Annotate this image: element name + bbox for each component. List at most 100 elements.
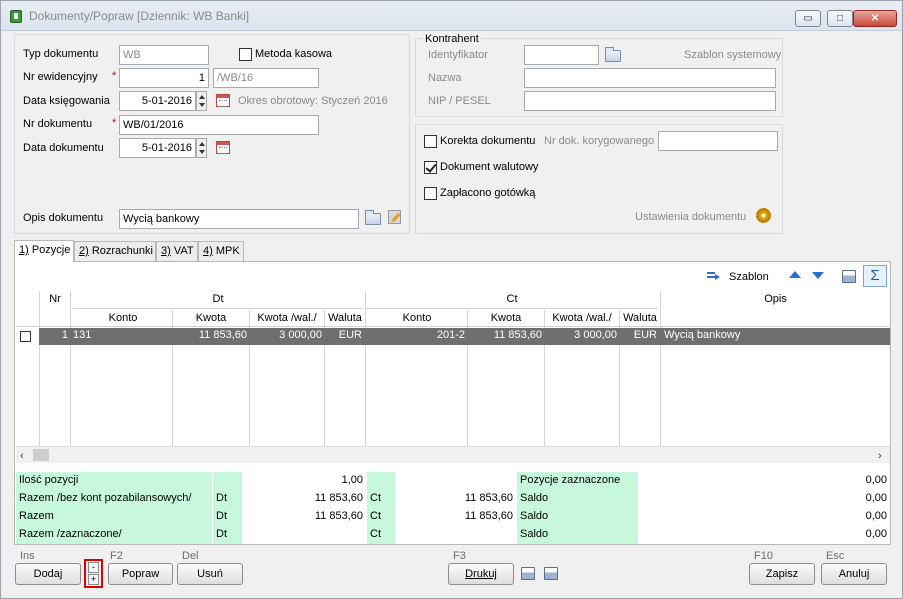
document-edit-window: Dokumenty/Popraw [Dziennik: WB Banki] ▭ … bbox=[0, 0, 903, 599]
row-dt-kwota-wal: 3 000,00 bbox=[279, 329, 322, 341]
row-ct-konto: 201-2 bbox=[436, 329, 465, 341]
nr-dokumentu-label: Nr dokumentu bbox=[23, 118, 93, 130]
col-ct-waluta[interactable]: Waluta bbox=[620, 312, 660, 324]
nr-dok-korygowanego-field[interactable] bbox=[658, 131, 778, 151]
minimize-button[interactable]: ▭ bbox=[795, 10, 821, 27]
summary-row: Ilość pozycji 1,00 Pozycje zaznaczone 0,… bbox=[16, 472, 890, 490]
nip-pesel-field[interactable] bbox=[524, 91, 776, 111]
date-spinner[interactable] bbox=[196, 138, 207, 158]
data-dokumentu-label: Data dokumentu bbox=[23, 142, 104, 154]
typ-dokumentu-field[interactable]: WB bbox=[119, 45, 209, 65]
summary-row: Razem /bez kont pozabilansowych/ Dt 11 8… bbox=[16, 490, 890, 508]
data-ksiegowania-field[interactable]: 5-01-2016 bbox=[119, 91, 196, 111]
col-ct-kwota[interactable]: Kwota bbox=[468, 312, 544, 324]
nr-dokumentu-field[interactable]: WB/01/2016 bbox=[119, 115, 319, 135]
title-bar[interactable]: Dokumenty/Popraw [Dziennik: WB Banki] ▭ … bbox=[1, 1, 902, 31]
pozycje-panel: Szablon Σ Nr Dt Ct Opis Konto Kwota Kwot… bbox=[14, 261, 891, 545]
row-ct-waluta: EUR bbox=[633, 329, 657, 341]
row-ct-kwota: 11 853,60 bbox=[493, 329, 542, 341]
tab-rozrachunki[interactable]: 2) Rozrachunki bbox=[74, 241, 156, 262]
col-ct-konto[interactable]: Konto bbox=[366, 312, 468, 324]
row-nr: 1 bbox=[61, 329, 68, 341]
row-dt-kwota: 11 853,60 bbox=[198, 329, 247, 341]
kontrahent-title: Kontrahent bbox=[423, 33, 481, 45]
tab-pozycje[interactable]: 1) Pozycje bbox=[14, 240, 74, 262]
opis-dokumentu-field[interactable]: Wycią bankowy bbox=[119, 209, 359, 229]
nr-ewidencyjny-field[interactable]: 1 bbox=[119, 68, 209, 88]
nazwa-label: Nazwa bbox=[428, 72, 462, 84]
close-button[interactable]: ✕ bbox=[853, 10, 897, 27]
tab-vat[interactable]: 3) VAT bbox=[156, 241, 198, 262]
table-row[interactable]: 1 131 11 853,60 3 000,00 EUR 201-2 11 85… bbox=[39, 328, 890, 345]
maximize-button[interactable]: □ bbox=[827, 10, 853, 27]
row-ct-kwota-wal: 3 000,00 bbox=[574, 329, 617, 341]
data-dokumentu-field[interactable]: 5-01-2016 bbox=[119, 138, 196, 158]
korekta-dokumentu-label: Korekta dokumentu bbox=[440, 135, 536, 147]
col-nr[interactable]: Nr bbox=[40, 293, 70, 305]
nr-ewidencyjny-label: Nr ewidencyjny bbox=[23, 71, 98, 83]
scroll-left-icon[interactable]: ‹ bbox=[20, 450, 24, 462]
okres-obrotowy-text: Okres obrotowy: Styczeń 2016 bbox=[238, 95, 388, 107]
typ-dokumentu-label: Typ dokumentu bbox=[23, 48, 99, 60]
group-ct: Ct bbox=[506, 293, 518, 305]
data-ksiegowania-label: Data księgowania bbox=[23, 95, 110, 107]
edit-icon[interactable] bbox=[388, 210, 401, 224]
row-dt-waluta: EUR bbox=[338, 329, 362, 341]
usun-button[interactable]: Usuń bbox=[177, 563, 243, 585]
summary-row: Razem Dt 11 853,60 Ct 11 853,60 Saldo 0,… bbox=[16, 508, 890, 526]
required-mark: * bbox=[112, 70, 117, 82]
print-settings-icon[interactable] bbox=[544, 567, 558, 580]
szablon-button[interactable]: Szablon bbox=[729, 271, 769, 283]
zapisz-button[interactable]: Zapisz bbox=[749, 563, 815, 585]
ustawienia-dokumentu-link[interactable]: Ustawienia dokumentu bbox=[635, 211, 746, 223]
required-mark: * bbox=[112, 117, 117, 129]
dodaj-button[interactable]: Dodaj bbox=[15, 563, 81, 585]
folder-icon[interactable] bbox=[605, 47, 621, 62]
grid-header: Nr Dt Ct Opis Konto Kwota Kwota /wal./ W… bbox=[16, 291, 890, 327]
f3-shortcut: F3 bbox=[453, 550, 466, 562]
identyfikator-field[interactable] bbox=[524, 45, 599, 65]
increment-button[interactable]: + bbox=[88, 574, 99, 585]
scroll-thumb[interactable] bbox=[33, 449, 49, 461]
nazwa-field[interactable] bbox=[524, 68, 776, 88]
col-opis[interactable]: Opis bbox=[661, 293, 890, 305]
date-spinner[interactable] bbox=[196, 91, 207, 111]
calendar-icon[interactable] bbox=[216, 141, 230, 154]
zaplacono-gotowka-checkbox[interactable] bbox=[424, 187, 437, 200]
identyfikator-label: Identyfikator bbox=[428, 49, 488, 61]
move-down-icon[interactable] bbox=[812, 272, 824, 279]
preview-icon[interactable] bbox=[842, 270, 856, 283]
row-select-checkbox[interactable] bbox=[20, 331, 31, 342]
col-dt-kwota[interactable]: Kwota bbox=[173, 312, 249, 324]
metoda-kasowa-checkbox[interactable] bbox=[239, 48, 252, 61]
ins-shortcut: Ins bbox=[20, 550, 35, 562]
group-dt: Dt bbox=[212, 293, 224, 305]
summary-row: Razem /zaznaczone/ Dt Ct Saldo 0,00 bbox=[16, 526, 890, 544]
dokument-walutowy-checkbox[interactable] bbox=[424, 161, 437, 174]
f10-shortcut: F10 bbox=[754, 550, 773, 562]
opis-dokumentu-label: Opis dokumentu bbox=[23, 212, 104, 224]
col-dt-kwota-wal[interactable]: Kwota /wal./ bbox=[249, 312, 325, 324]
korekta-dokumentu-checkbox[interactable] bbox=[424, 135, 437, 148]
row-opis: Wycią bankowy bbox=[664, 329, 741, 341]
horizontal-scrollbar[interactable]: ‹ › bbox=[16, 446, 890, 463]
tab-mpk[interactable]: 4) MPK bbox=[198, 241, 244, 262]
sum-toggle-button[interactable]: Σ bbox=[863, 265, 887, 287]
print-preview-icon[interactable] bbox=[521, 567, 535, 580]
col-ct-kwota-wal[interactable]: Kwota /wal./ bbox=[544, 312, 620, 324]
folder-icon[interactable] bbox=[365, 210, 381, 225]
szablon-systemowy-label: Szablon systemowy bbox=[684, 49, 782, 61]
col-dt-waluta[interactable]: Waluta bbox=[325, 312, 365, 324]
col-dt-konto[interactable]: Konto bbox=[73, 312, 173, 324]
szablon-icon[interactable] bbox=[707, 271, 721, 281]
esc-shortcut: Esc bbox=[826, 550, 845, 562]
popraw-button[interactable]: Popraw bbox=[108, 563, 173, 585]
summary-table: Ilość pozycji 1,00 Pozycje zaznaczone 0,… bbox=[16, 472, 890, 544]
drukuj-button[interactable]: Drukuj bbox=[448, 563, 514, 585]
anuluj-button[interactable]: Anuluj bbox=[821, 563, 887, 585]
move-up-icon[interactable] bbox=[789, 271, 801, 278]
calendar-icon[interactable] bbox=[216, 94, 230, 107]
gear-icon[interactable] bbox=[756, 208, 771, 223]
scroll-right-icon[interactable]: › bbox=[878, 450, 882, 462]
decrement-button[interactable]: - bbox=[88, 562, 99, 573]
